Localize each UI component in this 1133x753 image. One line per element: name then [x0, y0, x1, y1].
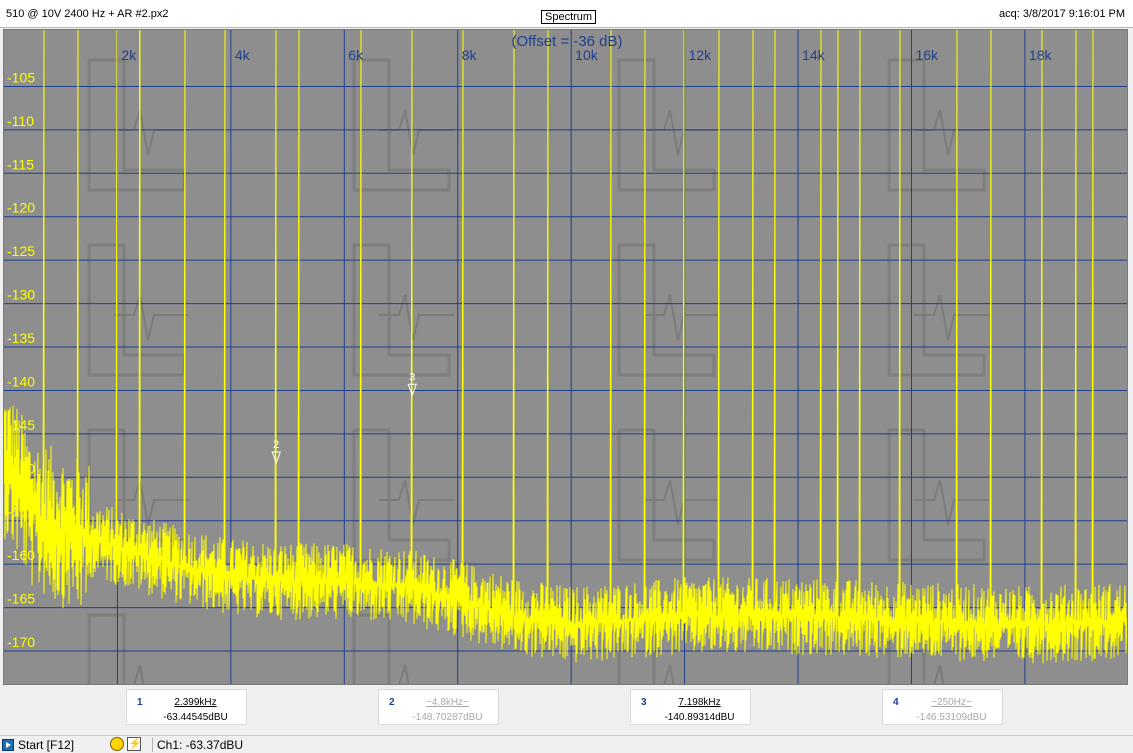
acquisition-time: acq: 3/8/2017 9:16:01 PM — [999, 8, 1125, 20]
watermark-tile — [887, 428, 989, 562]
probe-icon[interactable]: ⚡ — [127, 737, 142, 751]
marker-4[interactable]: 4 ~250Hz~ -146.53109dBU — [882, 689, 1003, 725]
marker-level: -140.89314dBU — [664, 712, 735, 723]
x-tick-label: 4k — [235, 47, 251, 63]
y-tick-label: -170 — [7, 634, 35, 650]
marker-frequency[interactable]: ~4.8kHz~ — [379, 697, 498, 708]
gauge-icon[interactable] — [110, 737, 124, 751]
watermark-tile — [87, 613, 189, 684]
marker-frequency[interactable]: 7.198kHz — [631, 697, 750, 708]
marker-annotation-label: 2 — [273, 439, 279, 451]
y-tick-label: -155 — [7, 504, 35, 520]
spectrum-chart: 2k 4k 6k 8k 10k 12k 14k 16k 18k-105-110-115-120-… — [4, 30, 1127, 684]
y-tick-label: -105 — [7, 69, 35, 85]
watermark-tile — [617, 428, 719, 562]
y-tick-label: -110 — [7, 113, 34, 129]
x-tick-label: 6k — [348, 47, 364, 63]
view-mode-label[interactable]: Spectrum — [541, 10, 597, 24]
x-tick-label: 16k — [915, 47, 939, 63]
y-tick-label: -150 — [7, 460, 35, 476]
marker-frequency[interactable]: 2.399kHz — [127, 697, 246, 708]
start-label: Start [F12] — [18, 738, 75, 752]
start-button[interactable]: Start [F12] — [2, 737, 74, 753]
marker-level: -146.53109dBU — [916, 712, 987, 723]
x-tick-label: 2k — [121, 47, 137, 63]
marker-3[interactable]: 3 7.198kHz -140.89314dBU — [630, 689, 751, 725]
x-tick-label: 14k — [802, 47, 826, 63]
watermark-tile — [352, 428, 454, 562]
watermark-tile — [352, 243, 454, 377]
grid — [4, 30, 1127, 684]
channel-readout: Ch1: -63.37dBU — [152, 738, 243, 752]
y-tick-label: -120 — [7, 200, 35, 216]
x-tick-label: 12k — [689, 47, 713, 63]
watermark-tile — [887, 58, 989, 192]
y-tick-label: -125 — [7, 243, 35, 259]
y-tick-label: -130 — [7, 287, 35, 303]
y-tick-label: -160 — [7, 547, 35, 563]
marker-frequency[interactable]: ~250Hz~ — [883, 697, 1002, 708]
status-bar: Start [F12] ⚡ Ch1: -63.37dBU — [0, 735, 1133, 753]
watermark-tile — [617, 243, 719, 377]
marker-2[interactable]: 2 ~4.8kHz~ -148.70287dBU — [378, 689, 499, 725]
watermark-tile — [352, 613, 454, 684]
y-tick-label: -140 — [7, 373, 35, 389]
watermark-tile — [617, 58, 719, 192]
toolbar-icons: ⚡ — [110, 737, 142, 751]
play-icon — [2, 739, 14, 751]
marker-level: -148.70287dBU — [412, 712, 483, 723]
marker-readouts: 1 2.399kHz -63.44545dBU 2 ~4.8kHz~ -148.… — [0, 686, 1133, 734]
y-tick-label: -145 — [7, 417, 35, 433]
watermark-tile — [887, 243, 989, 377]
title-bar: 510 @ 10V 2400 Hz + AR #2.px2 Spectrum a… — [0, 0, 1133, 28]
x-tick-label: 8k — [462, 47, 478, 63]
marker-annotation-label: 3 — [409, 371, 415, 383]
y-tick-label: -165 — [7, 591, 35, 607]
spectrum-plot[interactable]: 2k 4k 6k 8k 10k 12k 14k 16k 18k -105 -110 -115 -120-… — [3, 29, 1128, 685]
watermark-tile — [352, 58, 454, 192]
y-tick-label: -135 — [7, 330, 35, 346]
marker-level: -63.44545dBU — [163, 712, 228, 723]
chart-title: (Offset = -36 dB) — [511, 33, 622, 50]
file-title: 510 @ 10V 2400 Hz + AR #2.px2 — [6, 8, 169, 20]
y-tick-label: -115 — [7, 156, 34, 172]
x-tick-label: 18k — [1029, 47, 1053, 63]
marker-1[interactable]: 1 2.399kHz -63.44545dBU — [126, 689, 247, 725]
